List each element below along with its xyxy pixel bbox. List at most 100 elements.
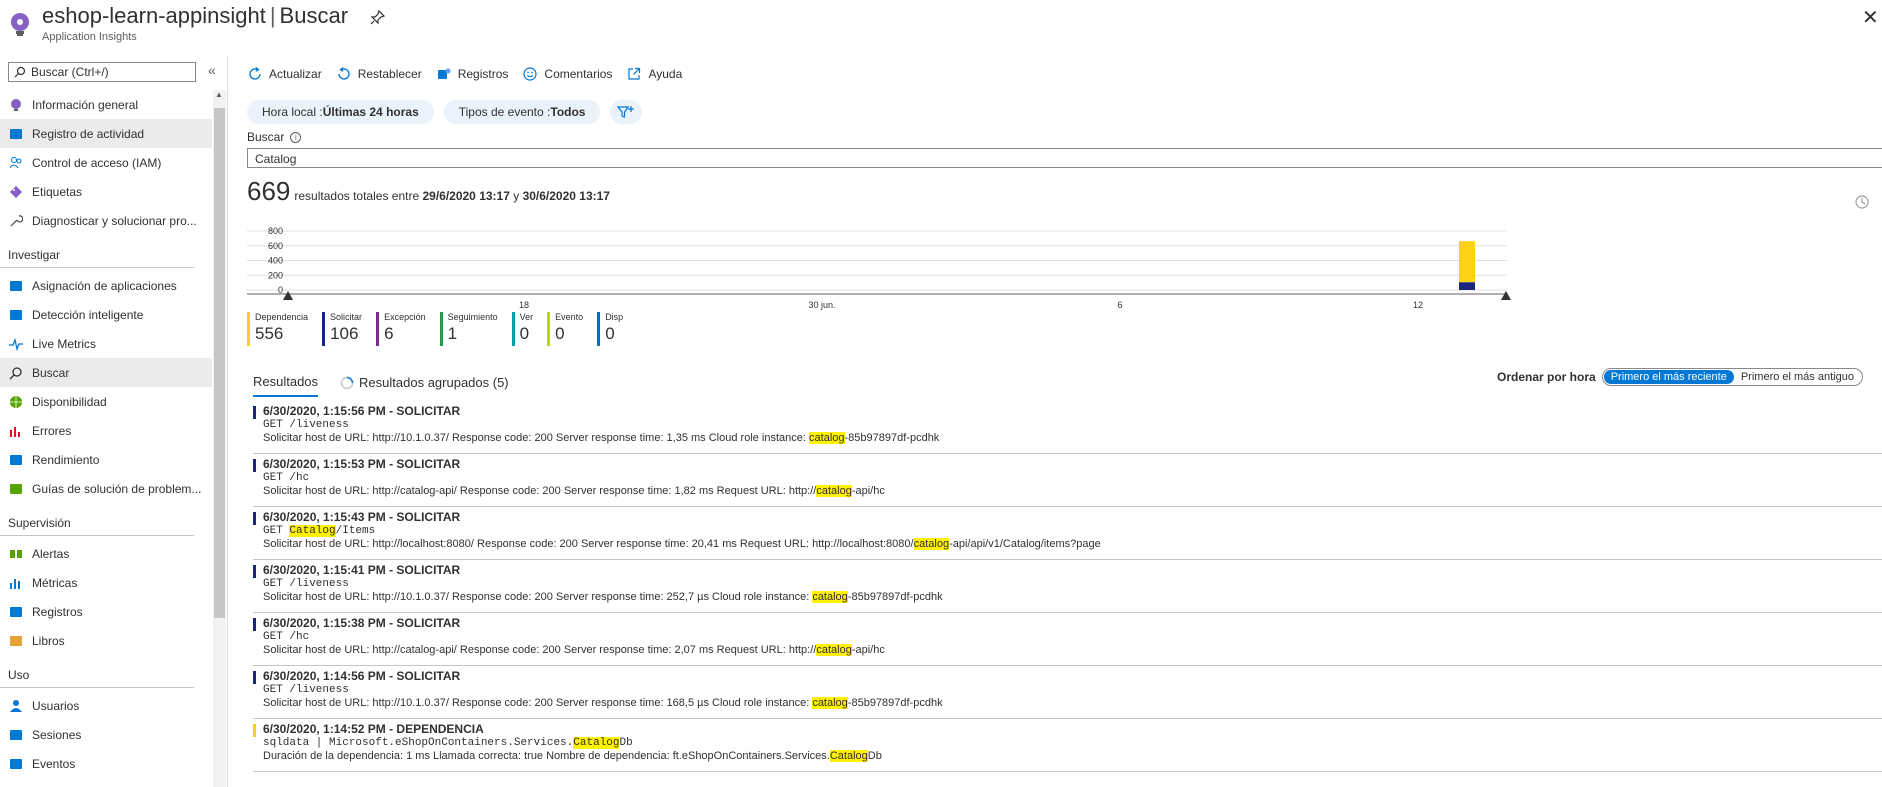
sidebar-item-guías-de-solución-de-problem[interactable]: Guías de solución de problem...: [0, 474, 212, 503]
events-icon: [9, 757, 23, 771]
sidebar-item-errores[interactable]: Errores: [0, 416, 212, 445]
search-label-text: Buscar: [247, 130, 285, 144]
text-segment: -85b97897df-pcdhk: [847, 697, 943, 709]
smart-detection-icon: [10, 309, 22, 320]
result-row[interactable]: 6/30/2020, 1:14:56 PM - SOLICITAR GET /li…: [253, 666, 1882, 719]
sidebar-item-asignación-de-aplicaciones[interactable]: Asignación de aplicaciones: [0, 271, 212, 300]
text-segment: /Items: [335, 525, 376, 537]
sort-newest-option[interactable]: Primero el más reciente: [1603, 370, 1734, 384]
result-details: Solicitar host de URL: http://10.1.0.37/…: [263, 591, 1882, 603]
sidebar-item-label: Control de acceso (IAM): [32, 155, 162, 170]
sort-oldest-option[interactable]: Primero el más antiguo: [1734, 370, 1861, 384]
users-icon: [9, 699, 23, 713]
results-list: 6/30/2020, 1:15:56 PM - SOLICITAR GET /li…: [253, 401, 1882, 772]
legend-count: 0: [555, 324, 565, 343]
sidebar-item-métricas[interactable]: Métricas: [0, 568, 212, 597]
legend-item-solicitar[interactable]: Solicitar 106: [322, 312, 362, 346]
sidebar-item-sesiones[interactable]: Sesiones: [0, 720, 212, 749]
activity-log-icon: [10, 128, 22, 139]
highlight-match: Catalog: [289, 525, 336, 537]
result-row[interactable]: 6/30/2020, 1:15:53 PM - SOLICITAR GET /hc…: [253, 454, 1882, 507]
sidebar-item-disponibilidad[interactable]: Disponibilidad: [0, 387, 212, 416]
tab-grouped-results[interactable]: Resultados agrupados (5): [340, 375, 509, 396]
sidebar-item-control-de-acceso-iam[interactable]: Control de acceso (IAM): [0, 148, 212, 177]
smiley-icon: [522, 66, 538, 82]
sidebar-item-etiquetas[interactable]: Etiquetas: [0, 177, 212, 206]
sidebar-scroll-thumb[interactable]: [214, 108, 225, 618]
performance-icon: [10, 454, 22, 465]
sidebar-item-rendimiento[interactable]: Rendimiento: [0, 445, 212, 474]
time-range-pill[interactable]: Hora local : Últimas 24 horas: [247, 100, 434, 124]
legend-item-evento[interactable]: Evento 0: [547, 312, 583, 346]
sidebar-item-label: Diagnosticar y solucionar pro...: [32, 213, 197, 228]
pin-icon[interactable]: [370, 9, 386, 25]
sidebar-item-información-general[interactable]: Información general: [0, 90, 212, 119]
sidebar-item-embudos[interactable]: Embudos: [0, 778, 212, 787]
reset-button[interactable]: Restablecer: [336, 66, 422, 82]
history-icon[interactable]: [1854, 194, 1870, 210]
sidebar-search-input[interactable]: Buscar (Ctrl+/): [8, 62, 196, 82]
scroll-up-icon[interactable]: ▲: [215, 90, 223, 99]
add-filter-icon: [617, 106, 635, 118]
sidebar-item-registro-de-actividad[interactable]: Registro de actividad: [0, 119, 212, 148]
event-type-marker: [253, 565, 256, 578]
sort-toggle: Primero el más reciente Primero el más a…: [1601, 368, 1863, 386]
text-segment: GET /liveness: [263, 419, 349, 431]
legend-item-excepción[interactable]: Excepción 6: [376, 312, 426, 346]
sort-order: Ordenar por hora Primero el más reciente…: [1497, 368, 1863, 386]
logs-button[interactable]: Registros: [436, 66, 508, 82]
feedback-button[interactable]: Comentarios: [522, 66, 612, 82]
sidebar-item-buscar[interactable]: Buscar: [0, 358, 212, 387]
search-input[interactable]: Catalog: [247, 148, 1882, 168]
result-operation: sqldata | Microsoft.eShopOnContainers.Se…: [263, 737, 1882, 749]
add-filter-button[interactable]: [610, 100, 643, 124]
blade-header: eshop-learn-appinsight | Buscar Applicatio…: [0, 0, 1882, 56]
legend-item-dependencia[interactable]: Dependencia 556: [247, 312, 308, 346]
event-types-value: Todos: [550, 105, 586, 119]
sessions-icon: [10, 729, 22, 740]
close-icon[interactable]: ✕: [1862, 8, 1879, 28]
sidebar-item-libros[interactable]: Libros: [0, 626, 212, 655]
sidebar-scrollbar[interactable]: ▲: [213, 90, 226, 787]
refresh-button[interactable]: Actualizar: [247, 66, 322, 82]
users-icon: [10, 699, 22, 712]
sidebar-item-eventos[interactable]: Eventos: [0, 749, 212, 778]
sidebar-item-usuarios[interactable]: Usuarios: [0, 691, 212, 720]
y-tick-label: 600: [268, 241, 283, 251]
pulse-icon: [9, 337, 23, 351]
sidebar-item-label: Rendimiento: [32, 452, 100, 467]
help-button[interactable]: Ayuda: [626, 66, 682, 82]
search-icon: [9, 366, 23, 380]
legend-item-seguimiento[interactable]: Seguimiento 1: [439, 312, 498, 346]
legend-count: 0: [519, 324, 530, 343]
sidebar-item-detección-inteligente[interactable]: Detección inteligente: [0, 300, 212, 329]
event-type-marker: [253, 512, 256, 525]
result-operation: GET /liveness: [263, 578, 1882, 590]
result-row[interactable]: 6/30/2020, 1:14:52 PM - DEPENDENCIA sqlda…: [253, 719, 1882, 772]
text-segment: Solicitar host de URL: http://catalog-ap…: [263, 644, 817, 656]
result-title: 6/30/2020, 1:15:41 PM - SOLICITAR: [263, 563, 461, 577]
sidebar-search-placeholder: Buscar (Ctrl+/): [31, 65, 109, 79]
sidebar-item-label: Disponibilidad: [32, 394, 107, 409]
legend-count: 6: [384, 324, 394, 343]
collapse-sidebar-icon[interactable]: «: [208, 62, 216, 78]
command-bar: Actualizar Restablecer Registros Comenta…: [247, 62, 696, 86]
sidebar-item-alertas[interactable]: Alertas: [0, 539, 212, 568]
info-icon[interactable]: i: [290, 131, 302, 143]
sidebar-item-live-metrics[interactable]: Live Metrics: [0, 329, 212, 358]
event-types-pill[interactable]: Tipos de evento : Todos: [443, 100, 601, 124]
result-row[interactable]: 6/30/2020, 1:15:38 PM - SOLICITAR GET /hc…: [253, 613, 1882, 666]
sidebar-item-label: Asignación de aplicaciones: [32, 278, 177, 293]
result-row[interactable]: 6/30/2020, 1:15:56 PM - SOLICITAR GET /li…: [253, 401, 1882, 454]
result-row[interactable]: 6/30/2020, 1:15:41 PM - SOLICITAR GET /li…: [253, 560, 1882, 613]
sidebar-item-diagnosticar-y-solucionar-pro[interactable]: Diagnosticar y solucionar pro...: [0, 206, 212, 235]
legend-item-disp[interactable]: Disp 0: [597, 312, 623, 346]
result-row[interactable]: 6/30/2020, 1:15:43 PM - SOLICITAR GET Cat…: [253, 507, 1882, 560]
tag-icon: [10, 185, 22, 198]
tab-results[interactable]: Resultados: [253, 374, 319, 397]
summary-text-2: y: [509, 189, 523, 203]
highlight-match: Catalog: [573, 737, 620, 749]
sidebar-item-registros[interactable]: Registros: [0, 597, 212, 626]
legend-item-ver[interactable]: Ver 0: [511, 312, 533, 346]
help-label: Ayuda: [648, 67, 683, 81]
